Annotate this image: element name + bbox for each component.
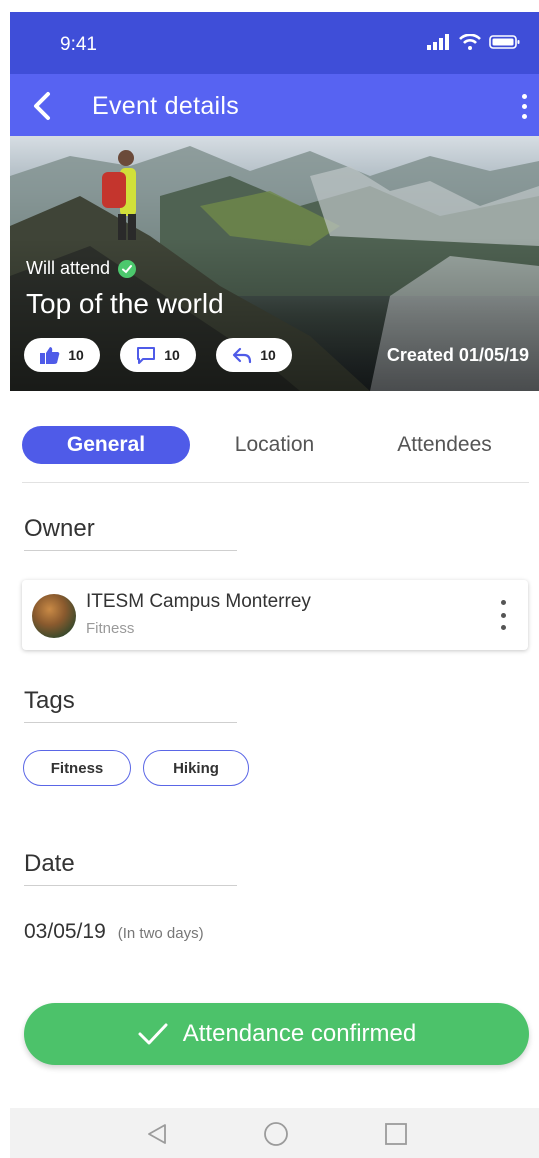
attendance-confirmed-button[interactable]: Attendance confirmed	[24, 1003, 529, 1065]
tab-general[interactable]: General	[22, 426, 190, 464]
likes-count: 10	[68, 347, 84, 363]
battery-icon	[489, 35, 520, 49]
date-divider	[24, 885, 237, 886]
page-title: Event details	[92, 92, 240, 120]
app-bar: Event details	[10, 74, 539, 136]
status-time: 9:41	[60, 34, 97, 55]
tab-location[interactable]: Location	[212, 426, 337, 464]
date-relative: (In two days)	[117, 925, 204, 942]
event-stats: 10 10 10	[24, 338, 292, 372]
check-icon	[138, 1023, 168, 1045]
more-vertical-icon[interactable]	[513, 90, 535, 122]
owner-name: ITESM Campus Monterrey	[86, 591, 311, 612]
tab-attendees[interactable]: Attendees	[377, 426, 512, 464]
comment-icon	[137, 347, 156, 364]
confirm-label: Attendance confirmed	[182, 1020, 417, 1047]
shares-count: 10	[260, 347, 276, 363]
square-recent-icon[interactable]	[382, 1120, 410, 1148]
tag-chip-hiking[interactable]: Hiking	[143, 750, 249, 786]
attendance-status: Will attend	[26, 258, 137, 279]
owner-category: Fitness	[86, 620, 135, 637]
owner-card[interactable]: ITESM Campus Monterrey Fitness	[22, 580, 528, 650]
avatar	[32, 594, 76, 638]
tabs-divider	[22, 482, 529, 483]
comment-button[interactable]: 10	[120, 338, 196, 372]
wifi-icon	[459, 34, 481, 50]
owner-section-title: Owner	[24, 515, 95, 542]
more-vertical-icon[interactable]	[498, 600, 508, 630]
system-nav-bar	[10, 1108, 539, 1158]
status-icons	[427, 34, 521, 50]
tags-section-title: Tags	[24, 687, 75, 714]
thumbs-up-icon	[40, 347, 60, 364]
comments-count: 10	[164, 347, 180, 363]
chevron-left-icon	[34, 92, 50, 120]
back-button[interactable]	[24, 88, 60, 124]
reply-icon	[233, 347, 252, 364]
share-button[interactable]: 10	[216, 338, 292, 372]
event-hero: Will attend Top of the world 10 10 10 Cr…	[10, 136, 539, 391]
date-value: 03/05/19	[24, 920, 106, 943]
event-date: 03/05/19 (In two days)	[24, 920, 204, 944]
signal-icon	[427, 34, 449, 50]
tag-chip-fitness[interactable]: Fitness	[23, 750, 131, 786]
tags-divider	[24, 722, 237, 723]
attendance-label: Will attend	[26, 258, 111, 278]
owner-divider	[24, 550, 237, 551]
like-button[interactable]: 10	[24, 338, 100, 372]
triangle-back-icon[interactable]	[143, 1120, 171, 1148]
check-circle-icon	[118, 259, 137, 278]
date-section-title: Date	[24, 850, 75, 877]
created-date: Created 01/05/19	[386, 345, 529, 365]
tab-bar: General Location Attendees	[22, 426, 529, 466]
circle-home-icon[interactable]	[262, 1120, 290, 1148]
status-bar: 9:41	[10, 12, 539, 74]
event-title: Top of the world	[26, 288, 224, 319]
